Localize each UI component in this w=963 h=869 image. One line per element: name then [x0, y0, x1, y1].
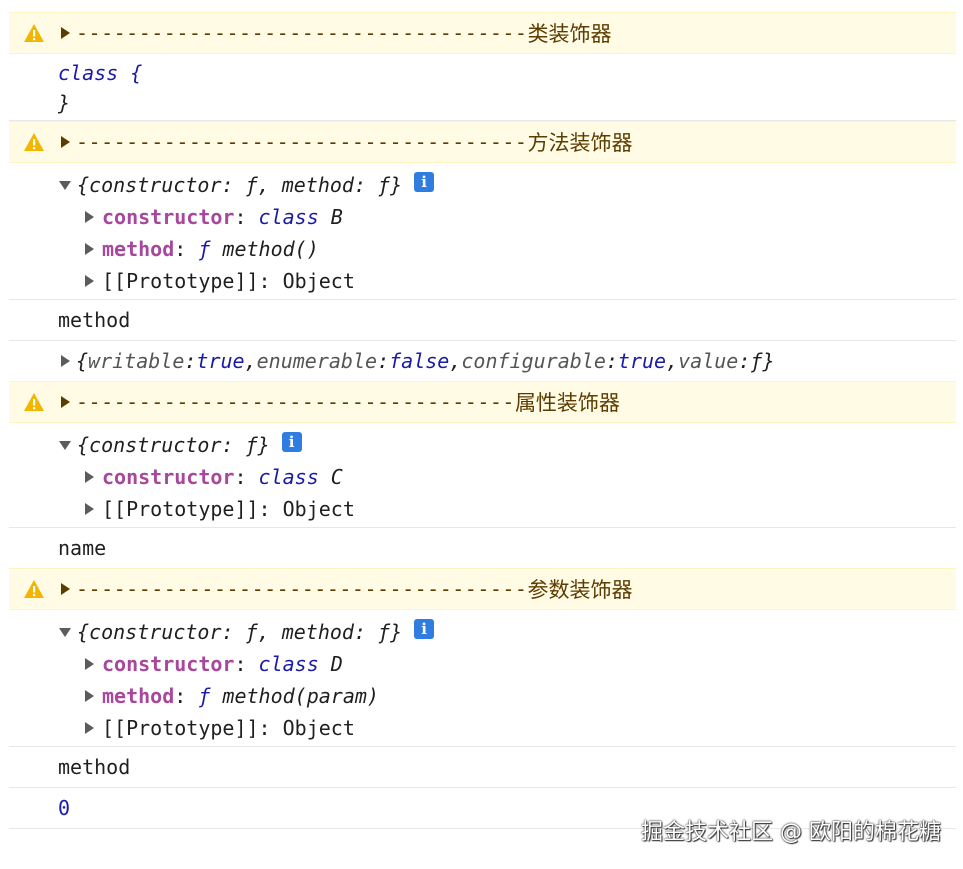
warning-dashes: ------------------------------------	[76, 21, 528, 45]
console-message: method	[9, 747, 956, 788]
descriptor-value: true	[196, 349, 245, 373]
expand-arrow-icon[interactable]	[85, 471, 94, 483]
warning-icon	[24, 24, 44, 42]
log-text: method	[58, 755, 131, 779]
expand-arrow-icon[interactable]	[85, 243, 94, 255]
info-icon[interactable]: i	[414, 619, 435, 639]
property-keyword: class	[258, 205, 319, 229]
descriptor-key: configurable	[461, 349, 606, 373]
expand-arrow-icon[interactable]	[85, 211, 94, 223]
expand-arrow-icon[interactable]	[85, 503, 94, 515]
property-key: method	[102, 237, 175, 261]
descriptor-value: true	[617, 349, 667, 373]
object-summary-row[interactable]: {constructor: ƒ} i	[9, 429, 956, 461]
class-output-close: }	[58, 91, 71, 115]
property-separator: :	[174, 237, 199, 261]
warning-label: 方法装饰器	[527, 131, 633, 155]
console-warning[interactable]: ------------------------------------ 类装饰…	[9, 12, 956, 54]
property-row-constructor[interactable]: constructor: class C	[9, 461, 956, 493]
warning-label: 参数装饰器	[527, 578, 633, 602]
object-summary-row[interactable]: {constructor: ƒ, method: ƒ} i	[9, 169, 956, 201]
warning-label: 属性装饰器	[514, 391, 620, 415]
descriptor-brace: }	[762, 349, 775, 373]
property-row-method[interactable]: method: ƒ method(param)	[9, 680, 956, 712]
property-row-prototype[interactable]: [[Prototype]]: Object	[9, 712, 956, 744]
expand-arrow-icon[interactable]	[85, 690, 94, 702]
prototype-label: [[Prototype]]: Object	[102, 497, 355, 521]
warning-dashes: -----------------------------------	[76, 390, 515, 414]
collapse-arrow-icon[interactable]	[59, 627, 71, 637]
property-row-prototype[interactable]: [[Prototype]]: Object	[9, 493, 956, 525]
property-row-method[interactable]: method: ƒ method()	[9, 233, 956, 265]
collapse-arrow-icon[interactable]	[59, 180, 71, 190]
object-summary: {constructor: ƒ}	[77, 433, 270, 457]
property-separator: :	[174, 684, 199, 708]
expand-arrow-icon[interactable]	[85, 722, 94, 734]
property-keyword: class	[258, 465, 319, 489]
descriptor-key: enumerable	[256, 349, 378, 373]
warning-icon	[24, 133, 44, 151]
object-summary: {constructor: ƒ, method: ƒ}	[77, 620, 403, 644]
property-key: constructor	[102, 465, 235, 489]
warning-icon	[24, 580, 44, 598]
console-warning[interactable]: ------------------------------------ 方法装…	[9, 121, 956, 163]
console-message-object: {constructor: ƒ} i constructor: class C …	[9, 423, 956, 528]
property-key: constructor	[102, 205, 235, 229]
descriptor-key: writable	[88, 349, 185, 373]
property-value: method()	[210, 237, 319, 261]
watermark: 掘金技术社区 @ 欧阳的棉花糖	[641, 820, 941, 845]
warning-label: 类装饰器	[527, 22, 612, 46]
expand-arrow-icon[interactable]	[61, 355, 70, 367]
property-value: D	[318, 652, 343, 676]
console-warning[interactable]: ------------------------------------ 参数装…	[9, 568, 956, 610]
log-text: method	[58, 308, 131, 332]
warning-icon	[24, 393, 44, 411]
console-message: class { }	[9, 54, 956, 121]
descriptor-row[interactable]: {writable: true, enumerable: false, conf…	[9, 345, 956, 377]
warning-dashes: ------------------------------------	[76, 130, 528, 154]
property-separator: :	[234, 465, 259, 489]
property-value: C	[318, 465, 343, 489]
property-key: method	[102, 684, 175, 708]
expand-arrow-icon[interactable]	[61, 583, 70, 595]
object-summary-row[interactable]: {constructor: ƒ, method: ƒ} i	[9, 616, 956, 648]
property-value: method(param)	[210, 684, 379, 708]
descriptor-key: value	[678, 349, 739, 373]
object-summary: {constructor: ƒ, method: ƒ}	[77, 173, 403, 197]
console-message-object: {constructor: ƒ, method: ƒ} i constructo…	[9, 163, 956, 300]
console-message: name	[9, 528, 956, 568]
property-keyword: class	[258, 652, 319, 676]
console-warning[interactable]: ----------------------------------- 属性装饰…	[9, 381, 956, 423]
property-row-constructor[interactable]: constructor: class D	[9, 648, 956, 680]
console-message-descriptor: {writable: true, enumerable: false, conf…	[9, 341, 956, 381]
property-key: constructor	[102, 652, 235, 676]
function-symbol: ƒ	[198, 684, 211, 708]
collapse-arrow-icon[interactable]	[59, 440, 71, 450]
info-icon[interactable]: i	[414, 172, 435, 192]
property-row-constructor[interactable]: constructor: class B	[9, 201, 956, 233]
prototype-label: [[Prototype]]: Object	[102, 269, 355, 293]
property-separator: :	[234, 205, 259, 229]
function-symbol: ƒ	[198, 237, 211, 261]
log-number: 0	[58, 796, 71, 820]
expand-arrow-icon[interactable]	[85, 275, 94, 287]
expand-arrow-icon[interactable]	[61, 27, 70, 39]
expand-arrow-icon[interactable]	[61, 396, 70, 408]
descriptor-value: ƒ	[750, 349, 763, 373]
devtools-console: ------------------------------------ 类装饰…	[9, 12, 956, 829]
descriptor-value: false	[389, 349, 450, 373]
log-text: name	[58, 536, 107, 560]
property-separator: :	[234, 652, 259, 676]
expand-arrow-icon[interactable]	[61, 136, 70, 148]
property-row-prototype[interactable]: [[Prototype]]: Object	[9, 265, 956, 297]
console-message: method	[9, 300, 956, 341]
class-output-line: class {	[58, 61, 143, 85]
expand-arrow-icon[interactable]	[85, 658, 94, 670]
info-icon[interactable]: i	[281, 432, 302, 452]
prototype-label: [[Prototype]]: Object	[102, 716, 355, 740]
console-message-object: {constructor: ƒ, method: ƒ} i constructo…	[9, 610, 956, 747]
descriptor-brace: {	[76, 349, 89, 373]
property-value: B	[318, 205, 343, 229]
warning-dashes: ------------------------------------	[76, 577, 528, 601]
